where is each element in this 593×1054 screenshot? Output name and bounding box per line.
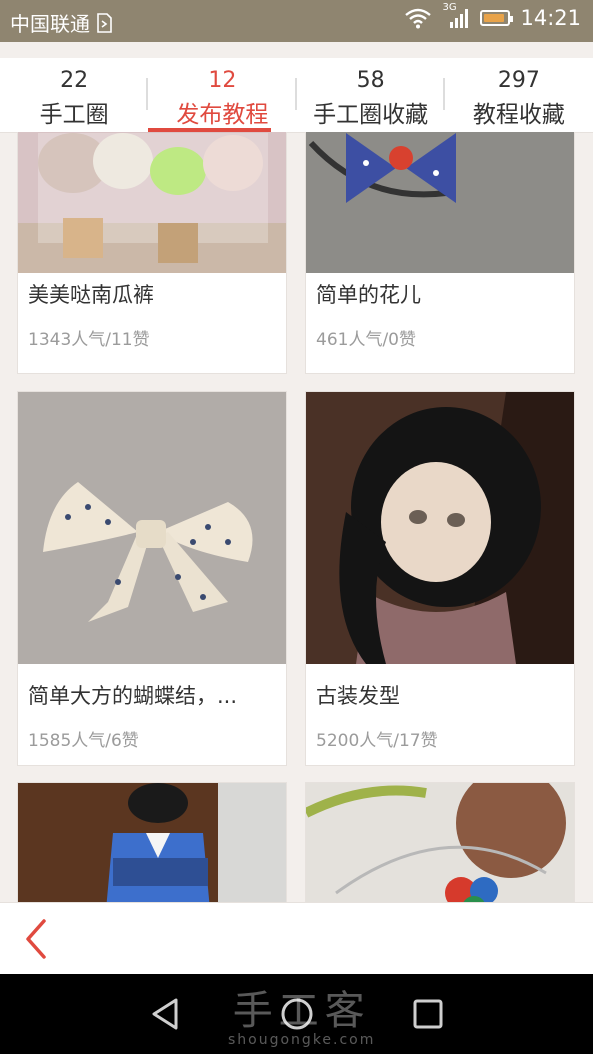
tab-label: 发布教程: [176, 102, 269, 128]
tutorial-thumbnail: [18, 783, 286, 902]
tab-label: 手工圈收藏: [313, 102, 429, 128]
watermark-text: 手工客: [232, 988, 371, 1034]
wifi-icon: [405, 8, 432, 29]
tutorial-thumbnail: [306, 783, 574, 902]
tutorial-title: 美美哒南瓜裤: [28, 283, 154, 307]
fabric-flower-photo: [306, 783, 574, 902]
tutorial-card[interactable]: [17, 782, 287, 902]
battery-icon: [480, 10, 514, 26]
status-bar: 中国联通 3G 14:21: [0, 0, 593, 42]
ribbon-bow-photo: [18, 392, 286, 664]
flower-bow-photo: [306, 132, 574, 273]
tutorial-card[interactable]: 古装发型 5200人气/17赞: [305, 391, 575, 766]
tutorial-stats: 1343人气/11赞: [28, 330, 150, 350]
tab-circle-favorites[interactable]: 58 手工圈收藏: [297, 58, 445, 132]
tutorial-stats: 461人气/0赞: [316, 330, 416, 350]
doll-hairstyle-photo: [306, 392, 574, 664]
tutorial-card[interactable]: 简单大方的蝴蝶结，... 1585人气/6赞: [17, 391, 287, 766]
tutorial-thumbnail: [306, 132, 574, 273]
tab-tutorial-favorites[interactable]: 297 教程收藏: [445, 58, 593, 132]
tab-count: 22: [60, 68, 89, 93]
tab-count: 58: [356, 68, 385, 93]
tab-count: 297: [497, 68, 540, 93]
tab-published-tutorials[interactable]: 12 发布教程: [148, 58, 297, 132]
tutorial-card[interactable]: [305, 782, 575, 902]
watermark-url: shougongke.com: [228, 1032, 376, 1048]
tab-count: 12: [208, 68, 237, 93]
tutorial-title: 简单大方的蝴蝶结，...: [28, 684, 238, 708]
tab-label: 手工圈: [39, 102, 109, 128]
tutorial-grid: 美美哒南瓜裤 1343人气/11赞 简单的花儿 461人气/0赞 简单大方的蝴蝶…: [0, 132, 593, 902]
tutorial-title: 古装发型: [316, 684, 400, 708]
chevron-left-icon[interactable]: [18, 917, 58, 961]
square-recent-icon[interactable]: [412, 996, 444, 1032]
tab-handcraft-circle[interactable]: 22 手工圈: [0, 58, 149, 132]
status-right: 3G 14:21: [404, 2, 581, 30]
battery-level: [484, 14, 505, 22]
tutorial-stats: 1585人气/6赞: [28, 731, 139, 751]
tutorial-card[interactable]: 美美哒南瓜裤 1343人气/11赞: [17, 132, 287, 374]
tutorial-stats: 5200人气/17赞: [316, 731, 438, 751]
pumpkin-pants-photo: [18, 132, 286, 273]
tutorial-thumbnail: [18, 132, 286, 273]
tutorial-title: 简单的花儿: [316, 283, 421, 307]
tutorial-thumbnail: [306, 392, 574, 664]
profile-tabs: 22 手工圈 12 发布教程 58 手工圈收藏 297 教程收藏: [0, 58, 593, 133]
signal-icon: [450, 9, 469, 28]
watermark: 手工客 shougongke.com: [228, 978, 375, 1048]
carrier-name: 中国联通: [10, 12, 90, 36]
tutorial-card[interactable]: 简单的花儿 461人气/0赞: [305, 132, 575, 374]
triangle-back-icon[interactable]: [148, 996, 182, 1032]
sim-card-icon: [97, 12, 112, 33]
status-left: 中国联通: [10, 8, 112, 37]
tab-label: 教程收藏: [472, 102, 565, 128]
tutorial-thumbnail: [18, 392, 286, 664]
clock: 14:21: [520, 6, 581, 30]
bottom-app-bar: [0, 902, 593, 975]
doll-kimono-photo: [18, 783, 286, 902]
signal-indicator: 3G: [442, 2, 470, 30]
